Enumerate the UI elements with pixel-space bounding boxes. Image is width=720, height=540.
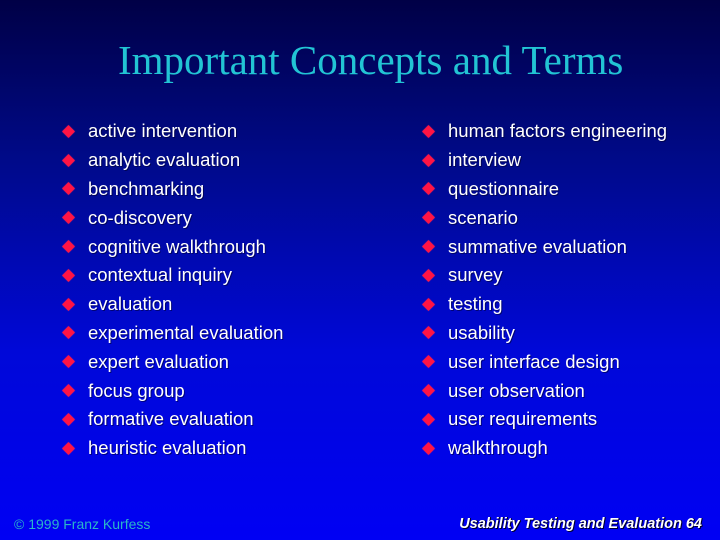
term-list-item: evaluation [62, 290, 283, 319]
term-text: contextual inquiry [88, 264, 232, 286]
term-list-item: user interface design [422, 347, 667, 376]
term-text: heuristic evaluation [88, 437, 247, 459]
diamond-bullet-icon [62, 211, 75, 225]
term-text: user requirements [448, 408, 598, 430]
term-list-item: user observation [422, 376, 667, 405]
diamond-bullet-icon [422, 412, 435, 426]
term-text: benchmarking [88, 177, 205, 199]
diamond-bullet-icon [422, 269, 435, 282]
term-text: active intervention [88, 120, 238, 142]
diamond-bullet-icon [422, 441, 435, 455]
term-text: co-discovery [88, 206, 192, 228]
term-text: human factors engineering [448, 120, 668, 142]
term-list-item: testing [422, 290, 667, 319]
term-text: user interface design [448, 350, 620, 372]
term-list-item: survey [422, 261, 667, 290]
term-list-item: summative evaluation [422, 232, 667, 261]
diamond-bullet-icon [62, 269, 75, 282]
diamond-bullet-icon [422, 182, 435, 196]
term-text: user observation [448, 379, 585, 401]
term-text: interview [448, 149, 521, 171]
term-list-item: user requirements [422, 405, 667, 434]
term-list-item: expert evaluation [62, 347, 283, 376]
footer-course-page: Usability Testing and Evaluation 64 [459, 516, 702, 532]
diamond-bullet-icon [422, 355, 435, 369]
slide-title-text: Important Concepts and Terms [118, 37, 624, 83]
term-list-item: focus group [62, 376, 283, 405]
left-term-list: active intervention analytic evaluation be… [62, 117, 283, 463]
diamond-bullet-icon [62, 125, 75, 138]
diamond-bullet-icon [62, 153, 75, 167]
term-list-item: human factors engineering [422, 117, 667, 146]
term-list-item: experimental evaluation [62, 319, 283, 348]
term-text: focus group [88, 379, 185, 401]
right-term-list: human factors engineering interview questi… [422, 117, 667, 463]
diamond-bullet-icon [422, 384, 435, 397]
term-list-item: interview [422, 146, 667, 175]
term-text: questionnaire [448, 177, 560, 199]
copyright-notice: © 1999 Franz Kurfess [14, 516, 151, 532]
term-list-item: walkthrough [422, 434, 667, 463]
diamond-bullet-icon [62, 182, 75, 196]
diamond-bullet-icon [422, 240, 435, 253]
diamond-bullet-icon [422, 297, 435, 311]
term-list-item: active intervention [62, 117, 283, 146]
term-list-item: contextual inquiry [62, 261, 283, 290]
diamond-bullet-icon [62, 326, 75, 340]
diamond-bullet-icon [422, 125, 435, 138]
diamond-bullet-icon [62, 355, 75, 369]
diamond-bullet-icon [62, 240, 75, 253]
term-list-item: benchmarking [62, 175, 283, 204]
term-list-item: scenario [422, 203, 667, 232]
term-list-item: usability [422, 319, 667, 348]
term-text: survey [448, 264, 503, 286]
term-text: experimental evaluation [88, 321, 284, 343]
diamond-bullet-icon [62, 441, 75, 455]
term-text: testing [448, 293, 503, 315]
term-list-item: co-discovery [62, 203, 283, 232]
term-list-item: cognitive walkthrough [62, 232, 283, 261]
diamond-bullet-icon [422, 211, 435, 225]
diamond-bullet-icon [62, 297, 75, 311]
diamond-bullet-icon [422, 326, 435, 340]
diamond-bullet-icon [422, 153, 435, 167]
term-list-item: heuristic evaluation [62, 434, 283, 463]
term-text: usability [448, 321, 515, 343]
term-text: formative evaluation [88, 408, 254, 430]
term-text: cognitive walkthrough [88, 235, 266, 257]
term-text: expert evaluation [88, 350, 229, 372]
term-text: summative evaluation [448, 235, 627, 257]
term-text: analytic evaluation [88, 149, 241, 171]
diamond-bullet-icon [62, 384, 75, 397]
term-list-item: analytic evaluation [62, 146, 283, 175]
term-text: scenario [448, 206, 518, 228]
term-text: walkthrough [448, 437, 548, 459]
term-text: evaluation [88, 293, 173, 315]
diamond-bullet-icon [62, 412, 75, 426]
term-list-item: questionnaire [422, 175, 667, 204]
term-list-item: formative evaluation [62, 405, 283, 434]
